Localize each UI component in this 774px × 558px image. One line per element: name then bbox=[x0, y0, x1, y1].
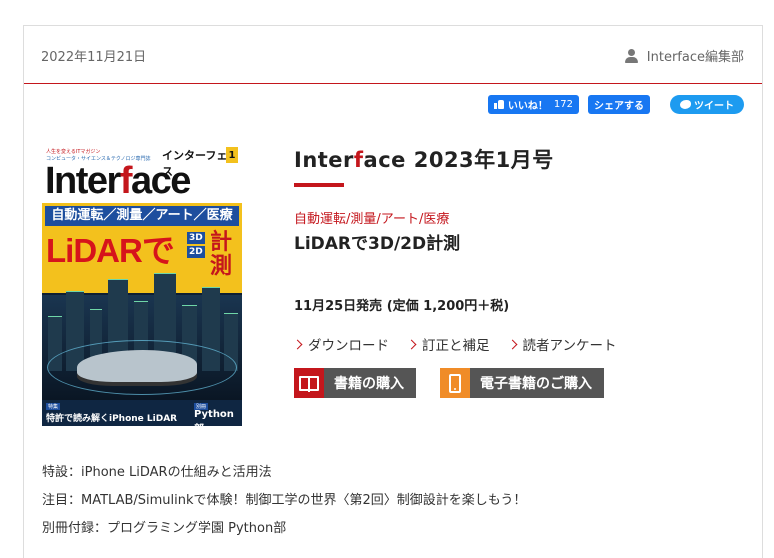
chevron-right-icon bbox=[292, 339, 303, 349]
thumbs-up-icon bbox=[493, 100, 504, 109]
author-name: Interface編集部 bbox=[646, 50, 744, 65]
issue-title: Interface 2023年1月号 bbox=[294, 148, 554, 172]
survey-link[interactable]: 読者アンケート bbox=[507, 334, 616, 354]
author[interactable]: Interface編集部 bbox=[624, 46, 744, 65]
buy-book-button[interactable]: 書籍の購入 bbox=[294, 368, 416, 398]
publish-date: 2022年11月21日 bbox=[41, 50, 147, 65]
contents-item: 特設：iPhone LiDARの仕組みと活用法 bbox=[42, 465, 272, 480]
contents-item: 注目：MATLAB/Simulinkで体験！制御工学の世界〈第2回〉制御設計を楽… bbox=[42, 493, 527, 508]
user-icon bbox=[624, 48, 638, 63]
contents-item: 別冊付録：プログラミング学園 Python部 bbox=[42, 521, 287, 536]
facebook-share-button[interactable]: シェアする bbox=[588, 95, 650, 114]
cover-keisoku: 計測 bbox=[210, 230, 233, 279]
tablet-icon bbox=[449, 373, 461, 393]
cover-issue-number: 1 bbox=[226, 147, 238, 163]
issue-links: ダウンロード 訂正と補足 読者アンケート bbox=[292, 334, 744, 354]
like-count: 172 bbox=[553, 99, 573, 110]
social-buttons: いいね！ 172 シェアする ツイート bbox=[479, 95, 744, 114]
cover-feature-tags: 自動運転／測量／アート／医療 bbox=[45, 206, 239, 226]
article-card: 2022年11月21日 Interface編集部 いいね！ 172 シェアする … bbox=[23, 25, 763, 558]
book-icon bbox=[299, 375, 319, 392]
buy-ebook-button[interactable]: 電子書籍のご購入 bbox=[440, 368, 604, 398]
magazine-cover[interactable]: 人生を変えるITマガジン コンピュータ・サイエンス＆テクノロジ専門誌 インターフ… bbox=[42, 145, 242, 426]
twitter-bird-icon bbox=[680, 100, 691, 109]
cover-dims: 3D 2D bbox=[187, 232, 205, 258]
cover-logo: Interface bbox=[45, 160, 191, 202]
release-info: 11月25日発売 (定価 1,200円＋税) bbox=[294, 299, 510, 314]
issue-contents: 特設：iPhone LiDARの仕組みと活用法 注目：MATLAB/Simuli… bbox=[42, 464, 526, 548]
cover-tagline: 人生を変えるITマガジン bbox=[46, 149, 101, 155]
article-meta: 2022年11月21日 Interface編集部 bbox=[24, 26, 762, 84]
cover-bottom-left: 特許で読み解くiPhone LiDAR bbox=[46, 414, 178, 424]
feature-title: LiDARで3D/2D計測 bbox=[294, 234, 461, 254]
chevron-right-icon bbox=[507, 339, 517, 349]
purchase-buttons: 書籍の購入 電子書籍のご購入 bbox=[294, 368, 744, 398]
errata-link[interactable]: 訂正と補足 bbox=[406, 334, 490, 354]
download-link[interactable]: ダウンロード bbox=[292, 334, 389, 354]
cover-lidar-title: LiDARで bbox=[46, 232, 175, 269]
tweet-button[interactable]: ツイート bbox=[670, 95, 744, 114]
chevron-right-icon bbox=[406, 339, 417, 349]
facebook-like-button[interactable]: いいね！ 172 bbox=[487, 95, 579, 114]
title-underline bbox=[294, 183, 344, 187]
issue-info: Interface 2023年1月号 自動運転/測量/アート/医療 LiDARで… bbox=[292, 144, 744, 398]
feature-tags: 自動運転/測量/アート/医療 bbox=[294, 212, 450, 227]
cover-bottom-right: Python部 bbox=[194, 409, 234, 426]
cover-car-image bbox=[77, 350, 197, 382]
